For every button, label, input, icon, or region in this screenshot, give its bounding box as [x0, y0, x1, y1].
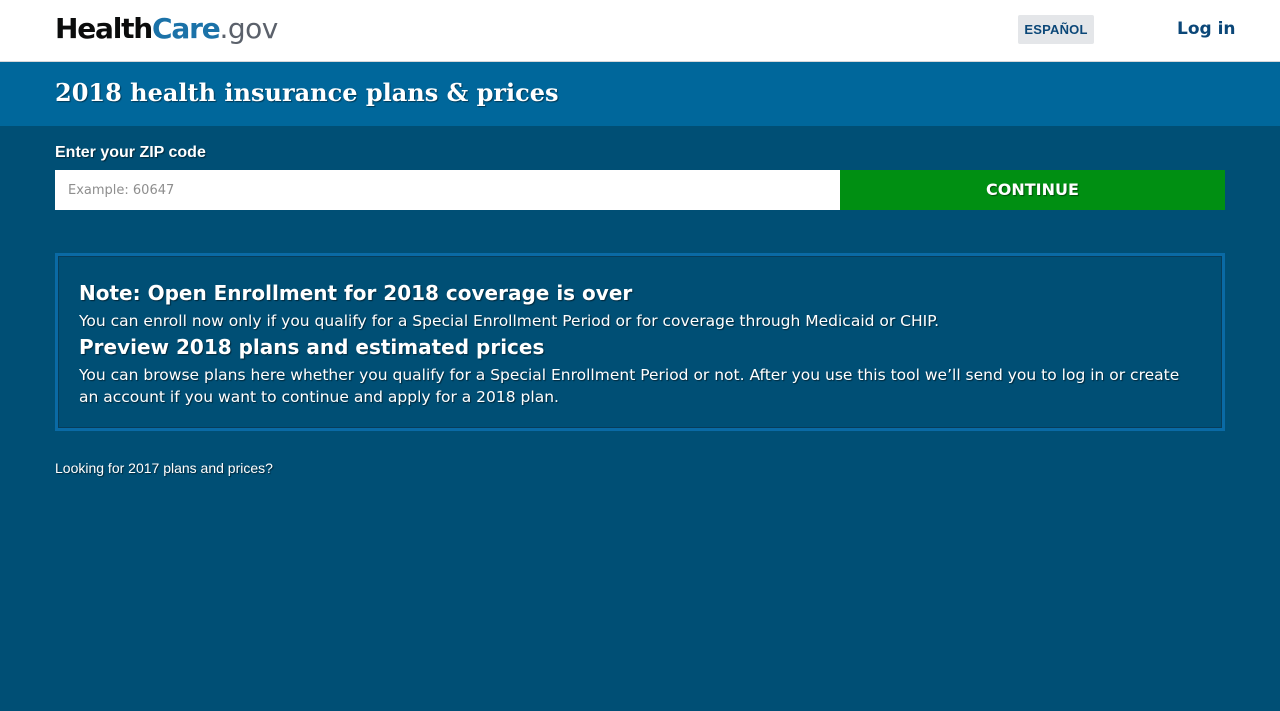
login-link[interactable]: Log in	[1177, 17, 1236, 41]
zip-code-input[interactable]	[55, 170, 840, 210]
healthcare-gov-logo[interactable]: HealthCare.gov	[55, 12, 278, 46]
continue-button[interactable]: CONTINUE	[840, 170, 1225, 210]
page-title: 2018 health insurance plans & prices	[55, 78, 559, 107]
note-text-preview: You can browse plans here whether you qu…	[79, 366, 1180, 406]
zip-code-label: Enter your ZIP code	[55, 144, 206, 161]
logo-gov: .gov	[219, 12, 279, 45]
previous-year-plans-link[interactable]: Looking for 2017 plans and prices?	[55, 459, 273, 477]
logo-health: Health	[55, 12, 153, 45]
note-text-enrollment: You can enroll now only if you qualify f…	[79, 312, 940, 330]
note-heading-enrollment-over: Note: Open Enrollment for 2018 coverage …	[79, 281, 633, 305]
logo-care: Care	[152, 12, 221, 45]
open-enrollment-note: Note: Open Enrollment for 2018 coverage …	[55, 253, 1225, 431]
title-band: 2018 health insurance plans & prices	[0, 62, 1280, 126]
note-heading-preview-plans: Preview 2018 plans and estimated prices	[79, 335, 545, 359]
site-header: HealthCare.gov ESPAÑOL Log in	[0, 0, 1280, 62]
espanol-language-button[interactable]: ESPAÑOL	[1018, 15, 1094, 44]
